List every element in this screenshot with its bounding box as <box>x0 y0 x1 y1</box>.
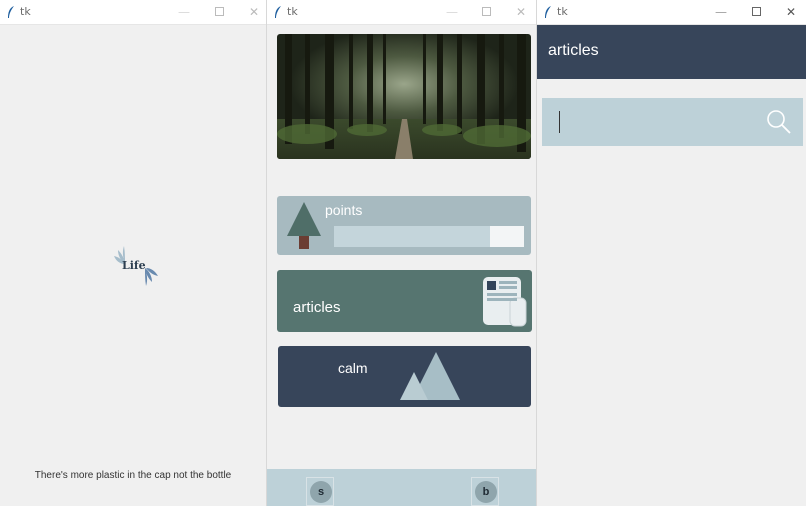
points-progress-bar <box>334 226 524 247</box>
nav-button-b-label: b <box>475 481 497 503</box>
articles-label: articles <box>293 299 341 316</box>
articles-card[interactable]: articles <box>277 270 532 332</box>
forest-banner-image <box>277 34 531 159</box>
calm-card[interactable]: calm <box>278 346 531 407</box>
newspaper-icon <box>483 277 527 327</box>
close-button[interactable]: ✕ <box>783 4 799 20</box>
points-progress-fill <box>334 226 490 247</box>
logo-text: Life <box>122 259 146 272</box>
title-bar[interactable]: tk — ✕ <box>537 0 806 25</box>
text-cursor <box>559 111 560 133</box>
dashboard-window: tk — ✕ points articles calm s b <box>266 0 536 506</box>
page-title: articles <box>548 42 599 59</box>
tree-icon <box>287 202 321 249</box>
search-icon[interactable] <box>766 109 792 135</box>
feather-icon <box>8 6 14 18</box>
points-label: points <box>325 202 363 218</box>
life-logo: Life <box>114 246 158 286</box>
nav-button-s-label: s <box>310 481 332 503</box>
minimize-button[interactable]: — <box>713 4 729 20</box>
maximize-button[interactable] <box>478 4 494 20</box>
maximize-button[interactable] <box>211 4 227 20</box>
window-title: tk <box>287 5 298 18</box>
mountain-icon <box>400 352 460 400</box>
points-card[interactable]: points <box>277 196 531 255</box>
close-button[interactable]: ✕ <box>246 4 262 20</box>
title-bar[interactable]: tk — ✕ <box>0 0 266 25</box>
splash-window: tk — ✕ Life There's more plastic in the … <box>0 0 266 506</box>
articles-window: tk — ✕ articles <box>536 0 806 506</box>
nav-button-s[interactable]: s <box>306 477 334 506</box>
window-title: tk <box>20 5 31 18</box>
window-title: tk <box>557 5 568 18</box>
articles-header: articles <box>537 25 806 79</box>
search-bar <box>542 98 803 146</box>
nav-button-b[interactable]: b <box>471 477 499 506</box>
title-bar[interactable]: tk — ✕ <box>267 0 536 25</box>
close-button[interactable]: ✕ <box>513 4 529 20</box>
minimize-button[interactable]: — <box>444 4 460 20</box>
calm-label: calm <box>338 360 368 376</box>
minimize-button[interactable]: — <box>176 4 192 20</box>
search-input[interactable] <box>552 106 756 140</box>
maximize-button[interactable] <box>748 4 764 20</box>
feather-icon <box>545 6 551 18</box>
fact-text: There's more plastic in the cap not the … <box>34 470 232 481</box>
feather-icon <box>275 6 281 18</box>
